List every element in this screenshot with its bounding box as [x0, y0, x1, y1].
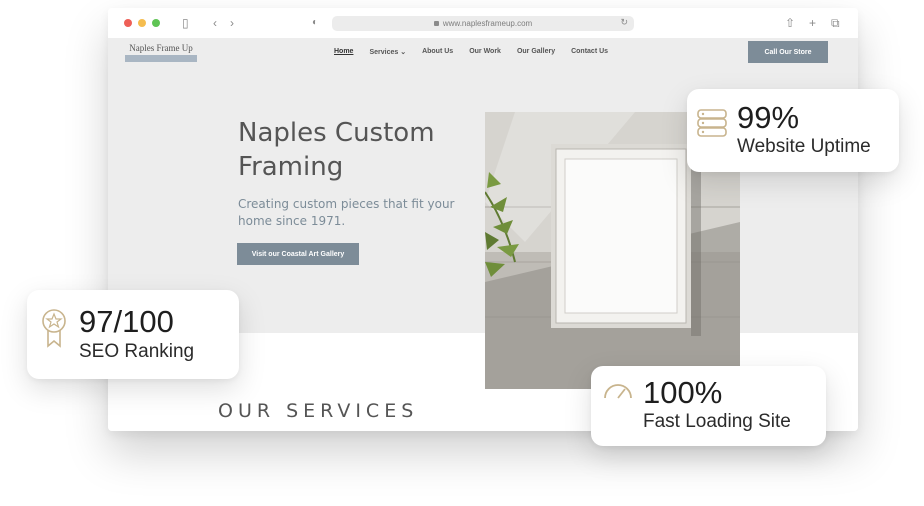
new-tab-icon[interactable]: + [809, 16, 816, 30]
minimize-window-button[interactable] [138, 19, 146, 27]
award-ribbon-icon [42, 309, 66, 348]
share-icon[interactable]: ⇧ [785, 16, 795, 30]
forward-icon[interactable]: › [230, 16, 234, 30]
visit-gallery-button[interactable]: Visit our Coastal Art Gallery [237, 243, 359, 265]
nav-about-us[interactable]: About Us [422, 48, 453, 56]
reload-icon[interactable]: ↻ [620, 17, 628, 28]
speedometer-icon [604, 384, 632, 399]
browser-toolbar: ▯ ‹ › ◐ www.naplesframeup.com ↻ ⇧ + ⧉ [108, 8, 858, 38]
seo-label: SEO Ranking [79, 341, 195, 362]
site-logo[interactable]: Naples Frame Up [125, 43, 197, 62]
nav-home[interactable]: Home [334, 48, 353, 56]
call-our-store-button[interactable]: Call Our Store [748, 41, 828, 63]
nav-contact-us[interactable]: Contact Us [571, 48, 608, 56]
close-window-button[interactable] [124, 19, 132, 27]
speed-label: Fast Loading Site [643, 411, 791, 432]
site-nav: Home Services ⌄ About Us Our Work Our Ga… [334, 48, 608, 56]
hero-title: Naples Custom Framing [238, 118, 435, 182]
lock-icon [433, 21, 439, 26]
server-icon [697, 109, 727, 137]
maximize-window-button[interactable] [152, 19, 160, 27]
seo-value: 97/100 [79, 304, 174, 339]
uptime-value: 99% [737, 100, 800, 135]
seo-card: 97/100 SEO Ranking [27, 290, 239, 379]
speed-value: 100% [643, 375, 723, 410]
nav-our-work[interactable]: Our Work [469, 48, 501, 56]
address-bar[interactable]: www.naplesframeup.com ↻ [332, 16, 634, 31]
tabs-overview-icon[interactable]: ⧉ [831, 16, 840, 30]
speed-card: 100% Fast Loading Site [591, 366, 826, 446]
privacy-shield-icon[interactable]: ◐ [312, 16, 318, 30]
uptime-card: 99% Website Uptime [687, 89, 899, 172]
hero-subtitle: Creating custom pieces that fit your hom… [238, 197, 455, 228]
sidebar-toggle-icon[interactable]: ▯ [182, 16, 189, 30]
nav-services[interactable]: Services ⌄ [369, 48, 406, 56]
back-icon[interactable]: ‹ [213, 16, 217, 30]
nav-our-gallery[interactable]: Our Gallery [517, 48, 555, 56]
url-text: www.naplesframeup.com [442, 19, 533, 28]
uptime-label: Website Uptime [737, 136, 871, 157]
services-heading: OUR SERVICES [218, 400, 419, 422]
